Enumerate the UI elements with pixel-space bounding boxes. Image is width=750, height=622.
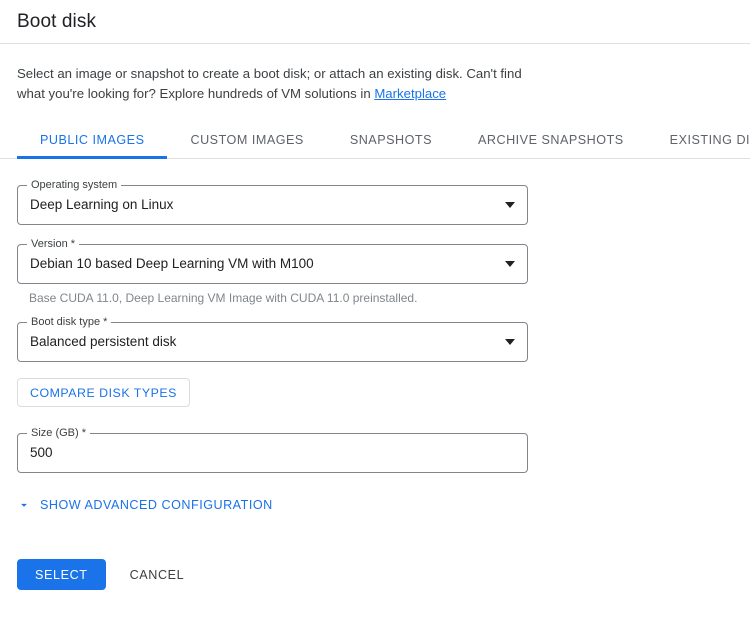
- show-advanced-configuration-toggle[interactable]: SHOW ADVANCED CONFIGURATION: [17, 498, 273, 512]
- tab-snapshots[interactable]: SNAPSHOTS: [327, 125, 455, 159]
- boot-disk-type-value: Balanced persistent disk: [30, 333, 176, 351]
- dialog-actions: SELECT CANCEL: [17, 559, 733, 590]
- tab-archive-snapshots[interactable]: ARCHIVE SNAPSHOTS: [455, 125, 647, 159]
- tab-public-images[interactable]: PUBLIC IMAGES: [17, 125, 167, 159]
- tab-label: PUBLIC IMAGES: [40, 133, 144, 147]
- compare-disk-types-button[interactable]: COMPARE DISK TYPES: [17, 378, 190, 407]
- tab-existing-disks[interactable]: EXISTING DISKS: [647, 125, 750, 159]
- select-button[interactable]: SELECT: [17, 559, 106, 590]
- tab-label: ARCHIVE SNAPSHOTS: [478, 133, 624, 147]
- chevron-down-icon: [505, 339, 515, 345]
- version-value: Debian 10 based Deep Learning VM with M1…: [30, 255, 314, 273]
- tab-custom-images[interactable]: CUSTOM IMAGES: [167, 125, 326, 159]
- boot-disk-form: Operating system Deep Learning on Linux …: [0, 185, 750, 590]
- tab-label: SNAPSHOTS: [350, 133, 432, 147]
- version-hint: Base CUDA 11.0, Deep Learning VM Image w…: [17, 290, 733, 306]
- boot-disk-type-select[interactable]: Boot disk type * Balanced persistent dis…: [17, 322, 528, 362]
- size-label: Size (GB) *: [27, 427, 90, 439]
- marketplace-link[interactable]: Marketplace: [374, 86, 446, 101]
- operating-system-label: Operating system: [27, 179, 121, 191]
- chevron-down-icon: [505, 261, 515, 267]
- tab-label: EXISTING DISKS: [670, 133, 750, 147]
- chevron-down-icon: [505, 202, 515, 208]
- dialog-description: Select an image or snapshot to create a …: [0, 44, 564, 104]
- boot-disk-type-field-block: Boot disk type * Balanced persistent dis…: [17, 322, 733, 362]
- tab-label: CUSTOM IMAGES: [190, 133, 303, 147]
- operating-system-select[interactable]: Operating system Deep Learning on Linux: [17, 185, 528, 225]
- show-advanced-configuration-label: SHOW ADVANCED CONFIGURATION: [40, 498, 273, 512]
- cancel-button[interactable]: CANCEL: [116, 559, 199, 590]
- size-input-wrapper[interactable]: Size (GB) * 500: [17, 433, 528, 473]
- chevron-down-icon: [17, 498, 31, 512]
- operating-system-field-block: Operating system Deep Learning on Linux: [17, 185, 733, 225]
- operating-system-value: Deep Learning on Linux: [30, 196, 173, 214]
- size-input[interactable]: 500: [30, 444, 53, 462]
- version-field-block: Version * Debian 10 based Deep Learning …: [17, 244, 733, 306]
- version-label: Version *: [27, 238, 79, 250]
- dialog-header: Boot disk: [0, 0, 750, 44]
- tab-bar: PUBLIC IMAGES CUSTOM IMAGES SNAPSHOTS AR…: [0, 125, 750, 159]
- version-select[interactable]: Version * Debian 10 based Deep Learning …: [17, 244, 528, 284]
- page-title: Boot disk: [17, 11, 96, 33]
- boot-disk-type-label: Boot disk type *: [27, 316, 111, 328]
- size-field-block: Size (GB) * 500: [17, 433, 733, 473]
